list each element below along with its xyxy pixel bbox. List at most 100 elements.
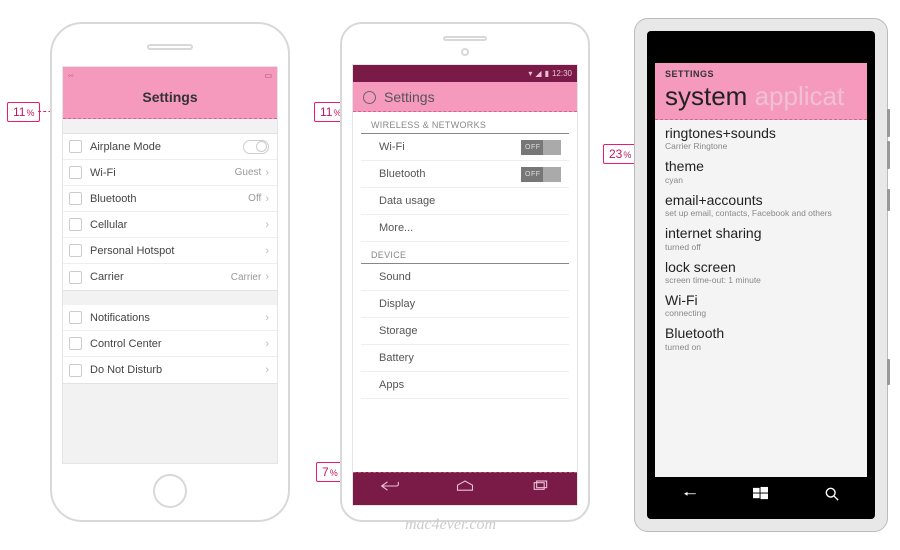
pivot-tab-applications[interactable]: applicat: [747, 81, 844, 111]
row-label: Carrier: [90, 271, 231, 283]
item-subtitle: turned on: [665, 342, 857, 352]
camera-button[interactable]: [887, 359, 890, 385]
speaker: [443, 36, 487, 41]
checkbox-icon[interactable]: [69, 244, 82, 257]
item-title: theme: [665, 159, 857, 174]
item-subtitle: turned off: [665, 242, 857, 252]
settings-item[interactable]: themecyan: [665, 159, 857, 184]
ios-statusbar: ◦◦ ▭: [63, 67, 277, 83]
recent-button[interactable]: [530, 479, 550, 498]
settings-row[interactable]: Storage: [361, 318, 569, 345]
item-subtitle: set up email, contacts, Facebook and oth…: [665, 208, 857, 218]
row-label: Airplane Mode: [90, 141, 243, 153]
settings-row[interactable]: Sound: [361, 264, 569, 291]
ios-body[interactable]: Airplane Mode Wi-FiGuest›BluetoothOff›Cel…: [63, 119, 277, 463]
settings-row[interactable]: Control Center›: [63, 331, 277, 357]
status-time: 12:30: [552, 69, 572, 78]
checkbox-icon[interactable]: [69, 364, 82, 377]
start-button[interactable]: [753, 486, 768, 506]
power-button[interactable]: [887, 189, 890, 211]
settings-row[interactable]: Personal Hotspot›: [63, 238, 277, 264]
settings-item[interactable]: email+accountsset up email, contacts, Fa…: [665, 193, 857, 218]
settings-row[interactable]: BluetoothOff›: [63, 186, 277, 212]
settings-row[interactable]: Do Not Disturb›: [63, 357, 277, 383]
settings-row[interactable]: More...: [361, 215, 569, 242]
settings-row[interactable]: Cellular›: [63, 212, 277, 238]
search-button[interactable]: [825, 487, 839, 506]
item-title: lock screen: [665, 260, 857, 275]
item-title: email+accounts: [665, 193, 857, 208]
bezel: SETTINGS system applicat ringtones+sound…: [647, 31, 875, 519]
checkbox-icon[interactable]: [69, 271, 82, 284]
wp-screen: SETTINGS system applicat ringtones+sound…: [655, 63, 867, 477]
chevron-right-icon: ›: [265, 338, 269, 350]
settings-row[interactable]: Data usage: [361, 188, 569, 215]
settings-item[interactable]: lock screenscreen time-out: 1 minute: [665, 260, 857, 285]
item-subtitle: connecting: [665, 308, 857, 318]
settings-row[interactable]: BluetoothOFF: [361, 161, 569, 188]
home-button[interactable]: [153, 474, 187, 508]
section-header: WIRELESS & NETWORKS: [361, 112, 569, 134]
back-button[interactable]: 🠐: [683, 484, 696, 509]
home-button[interactable]: [455, 479, 475, 498]
row-label: Bluetooth: [90, 193, 248, 205]
chevron-right-icon: ›: [265, 245, 269, 257]
wifi-icon: ▾: [528, 69, 532, 78]
checkbox-icon[interactable]: [69, 192, 82, 205]
android-mockup: ▾ ◢ ▮ 12:30 Settings WIRELESS & NETWORKS…: [340, 22, 590, 522]
toggle-switch[interactable]: OFF: [521, 140, 561, 155]
settings-item[interactable]: ringtones+soundsCarrier Ringtone: [665, 126, 857, 151]
row-label: Sound: [369, 271, 561, 283]
settings-row[interactable]: Airplane Mode: [63, 134, 277, 160]
row-label: Notifications: [90, 312, 265, 324]
row-label: Personal Hotspot: [90, 245, 265, 257]
checkbox-icon[interactable]: [69, 166, 82, 179]
settings-item[interactable]: Wi-Ficonnecting: [665, 293, 857, 318]
signal-icon: ◦◦: [68, 71, 74, 80]
row-label: Wi-Fi: [369, 141, 521, 153]
settings-row[interactable]: CarrierCarrier›: [63, 264, 277, 290]
checkbox-icon[interactable]: [69, 140, 82, 153]
settings-row[interactable]: Notifications›: [63, 305, 277, 331]
settings-row[interactable]: Battery: [361, 345, 569, 372]
settings-row[interactable]: Wi-FiGuest›: [63, 160, 277, 186]
watermark: mac4ever.com: [405, 516, 496, 534]
pivot-tabs[interactable]: system applicat: [665, 81, 857, 112]
settings-item[interactable]: Bluetoothturned on: [665, 326, 857, 351]
annotation-ios-header: 11%: [7, 102, 40, 122]
checkbox-icon[interactable]: [69, 218, 82, 231]
toggle-switch[interactable]: OFF: [521, 167, 561, 182]
settings-row[interactable]: Display: [361, 291, 569, 318]
chevron-right-icon: ›: [265, 167, 269, 179]
row-label: Do Not Disturb: [90, 364, 265, 376]
signal-icon: ◢: [535, 69, 541, 78]
pivot-tab-system[interactable]: system: [665, 81, 747, 111]
checkbox-icon[interactable]: [69, 337, 82, 350]
battery-icon: ▮: [545, 69, 549, 78]
android-body[interactable]: WIRELESS & NETWORKSWi-FiOFFBluetoothOFFD…: [353, 112, 577, 472]
gear-icon: [363, 91, 376, 104]
row-label: Data usage: [369, 195, 561, 207]
settings-row[interactable]: Wi-FiOFF: [361, 134, 569, 161]
checkbox-icon[interactable]: [69, 311, 82, 324]
wp-body[interactable]: ringtones+soundsCarrier Ringtone themecya…: [655, 120, 867, 477]
item-subtitle: cyan: [665, 175, 857, 185]
earpiece: [147, 44, 193, 50]
volume-up-button[interactable]: [887, 109, 890, 137]
back-button[interactable]: [380, 479, 400, 498]
item-subtitle: Carrier Ringtone: [665, 141, 857, 151]
row-value: Carrier: [231, 272, 262, 283]
row-label: Bluetooth: [369, 168, 521, 180]
settings-row[interactable]: Apps: [361, 372, 569, 399]
volume-down-button[interactable]: [887, 141, 890, 169]
chevron-right-icon: ›: [265, 219, 269, 231]
toggle-switch[interactable]: [243, 140, 269, 154]
settings-group: Notifications›Control Center›Do Not Dist…: [63, 305, 277, 384]
row-label: Apps: [369, 379, 561, 391]
annotation-wp-header: 23%: [603, 144, 637, 164]
section-header: DEVICE: [361, 242, 569, 264]
settings-item[interactable]: internet sharingturned off: [665, 226, 857, 251]
iphone-mockup: ◦◦ ▭ Settings Airplane ModeWi-FiGuest›Bl…: [50, 22, 290, 522]
iphone-screen: ◦◦ ▭ Settings Airplane ModeWi-FiGuest›Bl…: [62, 66, 278, 464]
item-title: internet sharing: [665, 226, 857, 241]
